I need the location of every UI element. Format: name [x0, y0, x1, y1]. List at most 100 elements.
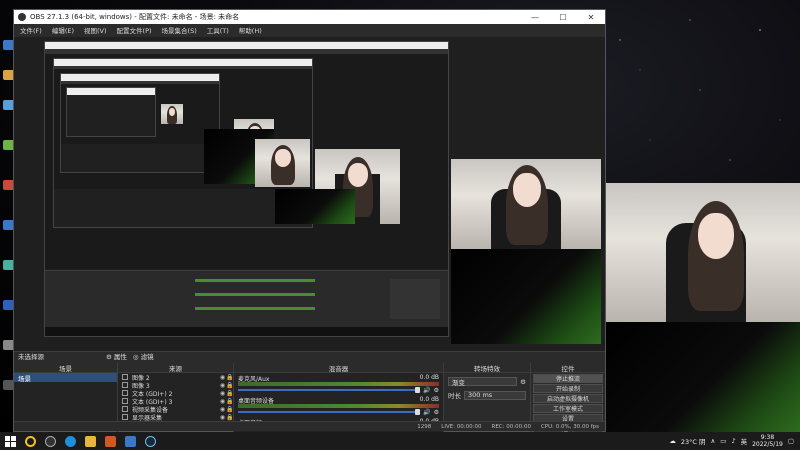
eye-icon[interactable]: ◉	[219, 406, 226, 413]
menu-scene-collection[interactable]: 场景集合(S)	[162, 25, 197, 35]
wallpaper-grass	[275, 189, 355, 224]
clock[interactable]: 9:38 2022/5/19	[752, 434, 783, 448]
system-tray: ☁ 23°C 阴 ∧ ▭ ♪ 英 9:38 2022/5/19 ▢	[669, 434, 800, 448]
nested-obs-capture	[44, 41, 449, 337]
scenes-header: 场景	[14, 363, 117, 373]
image-icon	[122, 382, 128, 388]
eye-icon[interactable]: ◉	[219, 374, 226, 381]
close-button[interactable]: ✕	[577, 13, 605, 22]
speaker-icon[interactable]: 🔊	[423, 409, 430, 416]
virtual-camera-button[interactable]: 启动虚拟摄像机	[533, 394, 603, 403]
taskbar: ☁ 23°C 阴 ∧ ▭ ♪ 英 9:38 2022/5/19 ▢	[0, 432, 800, 450]
taskbar-app[interactable]	[20, 432, 40, 450]
window-title: OBS 27.1.3 (64-bit, windows) - 配置文件: 未命名…	[30, 13, 240, 21]
taskbar-app[interactable]	[80, 432, 100, 450]
app-icon	[104, 435, 116, 447]
taskbar-app[interactable]	[120, 432, 140, 450]
webcam-preview	[451, 159, 601, 249]
properties-label: 属性	[113, 353, 127, 361]
live-status: LIVE: 00:00:00	[441, 423, 482, 430]
webcam-thumb	[161, 104, 183, 124]
ime-indicator[interactable]: 英	[741, 436, 748, 446]
webcam-thumb	[255, 139, 310, 187]
network-icon[interactable]: ▭	[720, 437, 726, 445]
image-icon	[122, 374, 128, 380]
wallpaper-grass	[606, 322, 800, 432]
stop-streaming-button[interactable]: 停止推流	[533, 374, 603, 383]
dropped-frames: 1298	[417, 423, 432, 430]
lock-icon[interactable]: 🔒	[226, 414, 233, 421]
lock-icon[interactable]: 🔒	[226, 406, 233, 413]
transition-select[interactable]: 渐变	[448, 377, 518, 387]
notification-icon[interactable]: ▢	[788, 437, 794, 445]
menu-view[interactable]: 视图(V)	[84, 25, 107, 35]
gear-icon[interactable]: ⚙	[434, 409, 439, 416]
minimize-button[interactable]: —	[521, 13, 549, 22]
channel-name: 麦克风/Aux	[238, 376, 270, 383]
eye-icon[interactable]: ◉	[219, 398, 226, 405]
eye-icon[interactable]: ◉	[219, 390, 226, 397]
speaker-icon[interactable]: 🔊	[423, 387, 430, 394]
volume-icon[interactable]: ♪	[731, 437, 735, 445]
channel-name: 桌面音频设备	[238, 398, 275, 405]
folder-icon	[84, 435, 96, 447]
obs-logo-icon	[18, 13, 26, 21]
text-icon	[122, 390, 128, 396]
sources-header: 来源	[118, 363, 233, 373]
clock-date: 2022/5/19	[752, 441, 783, 448]
taskbar-app[interactable]	[140, 432, 160, 450]
scene-item[interactable]: 场景	[14, 373, 117, 383]
filters-button[interactable]: ◎ 滤镜	[133, 351, 154, 361]
volume-knob[interactable]	[415, 387, 421, 393]
rec-status: REC: 00:00:00	[491, 423, 531, 430]
menu-profile[interactable]: 配置文件(P)	[117, 25, 152, 35]
controls-header: 控件	[531, 363, 605, 373]
gear-icon[interactable]: ⚙	[520, 378, 526, 386]
steam-icon	[144, 435, 156, 447]
duration-input[interactable]: 300 ms	[464, 390, 526, 400]
store-icon	[124, 435, 136, 447]
circle-app-icon	[24, 435, 36, 447]
weather-text[interactable]: 23°C 阴	[681, 436, 706, 446]
volume-knob[interactable]	[415, 409, 421, 415]
taskbar-app[interactable]	[100, 432, 120, 450]
dock-area: 未选择源 ⚙ 属性 ◎ 滤镜 场景 场景 + − ∧ ∨ 来源 图像 2◉🔒 图…	[14, 351, 605, 433]
scenes-list: 场景	[14, 373, 117, 422]
statusbar: 1298 LIVE: 00:00:00 REC: 00:00:00 CPU: 0…	[14, 421, 605, 431]
titlebar[interactable]: OBS 27.1.3 (64-bit, windows) - 配置文件: 未命名…	[14, 10, 605, 24]
lock-icon[interactable]: 🔒	[226, 382, 233, 389]
nested-docks	[45, 270, 448, 328]
eye-icon[interactable]: ◉	[219, 414, 226, 421]
menu-help[interactable]: 帮助(H)	[239, 25, 262, 35]
start-button[interactable]	[0, 432, 20, 450]
lock-icon[interactable]: 🔒	[226, 398, 233, 405]
channel-level: 0.0 dB	[419, 374, 439, 381]
preview-canvas[interactable]	[14, 37, 605, 351]
obs-window: OBS 27.1.3 (64-bit, windows) - 配置文件: 未命名…	[13, 9, 606, 433]
edge-icon	[64, 435, 76, 447]
volume-slider[interactable]	[238, 409, 421, 415]
menu-file[interactable]: 文件(F)	[20, 25, 42, 35]
taskbar-app-obs[interactable]	[40, 432, 60, 450]
gear-icon[interactable]: ⚙	[434, 387, 439, 394]
chevron-up-icon[interactable]: ∧	[711, 437, 716, 445]
monitor-icon	[122, 414, 128, 420]
menubar: 文件(F) 编辑(E) 视图(V) 配置文件(P) 场景集合(S) 工具(T) …	[14, 24, 605, 36]
start-recording-button[interactable]: 开始录制	[533, 384, 603, 393]
eye-icon[interactable]: ◉	[219, 382, 226, 389]
menu-tools[interactable]: 工具(T)	[207, 25, 229, 35]
nested-taskbar	[45, 327, 448, 336]
volume-slider[interactable]	[238, 387, 421, 393]
lock-icon[interactable]: 🔒	[226, 390, 233, 397]
taskbar-app[interactable]	[60, 432, 80, 450]
sources-list: 图像 2 ◉ 🔒 图像 3 ◉ 🔒 文本 (GDI+) 2 ◉ 🔒 文本 (GDI+) 3 ◉…	[118, 373, 233, 422]
properties-button[interactable]: ⚙ 属性	[106, 351, 127, 361]
lock-icon[interactable]: 🔒	[226, 374, 233, 381]
windows-icon	[4, 435, 16, 447]
source-item[interactable]: 显示器采集 ◉ 🔒	[118, 413, 233, 422]
nested-obs-capture	[60, 73, 220, 173]
menu-edit[interactable]: 编辑(E)	[52, 25, 74, 35]
maximize-button[interactable]: ☐	[549, 13, 577, 22]
obs-icon	[44, 435, 56, 447]
studio-mode-button[interactable]: 工作室模式	[533, 404, 603, 413]
